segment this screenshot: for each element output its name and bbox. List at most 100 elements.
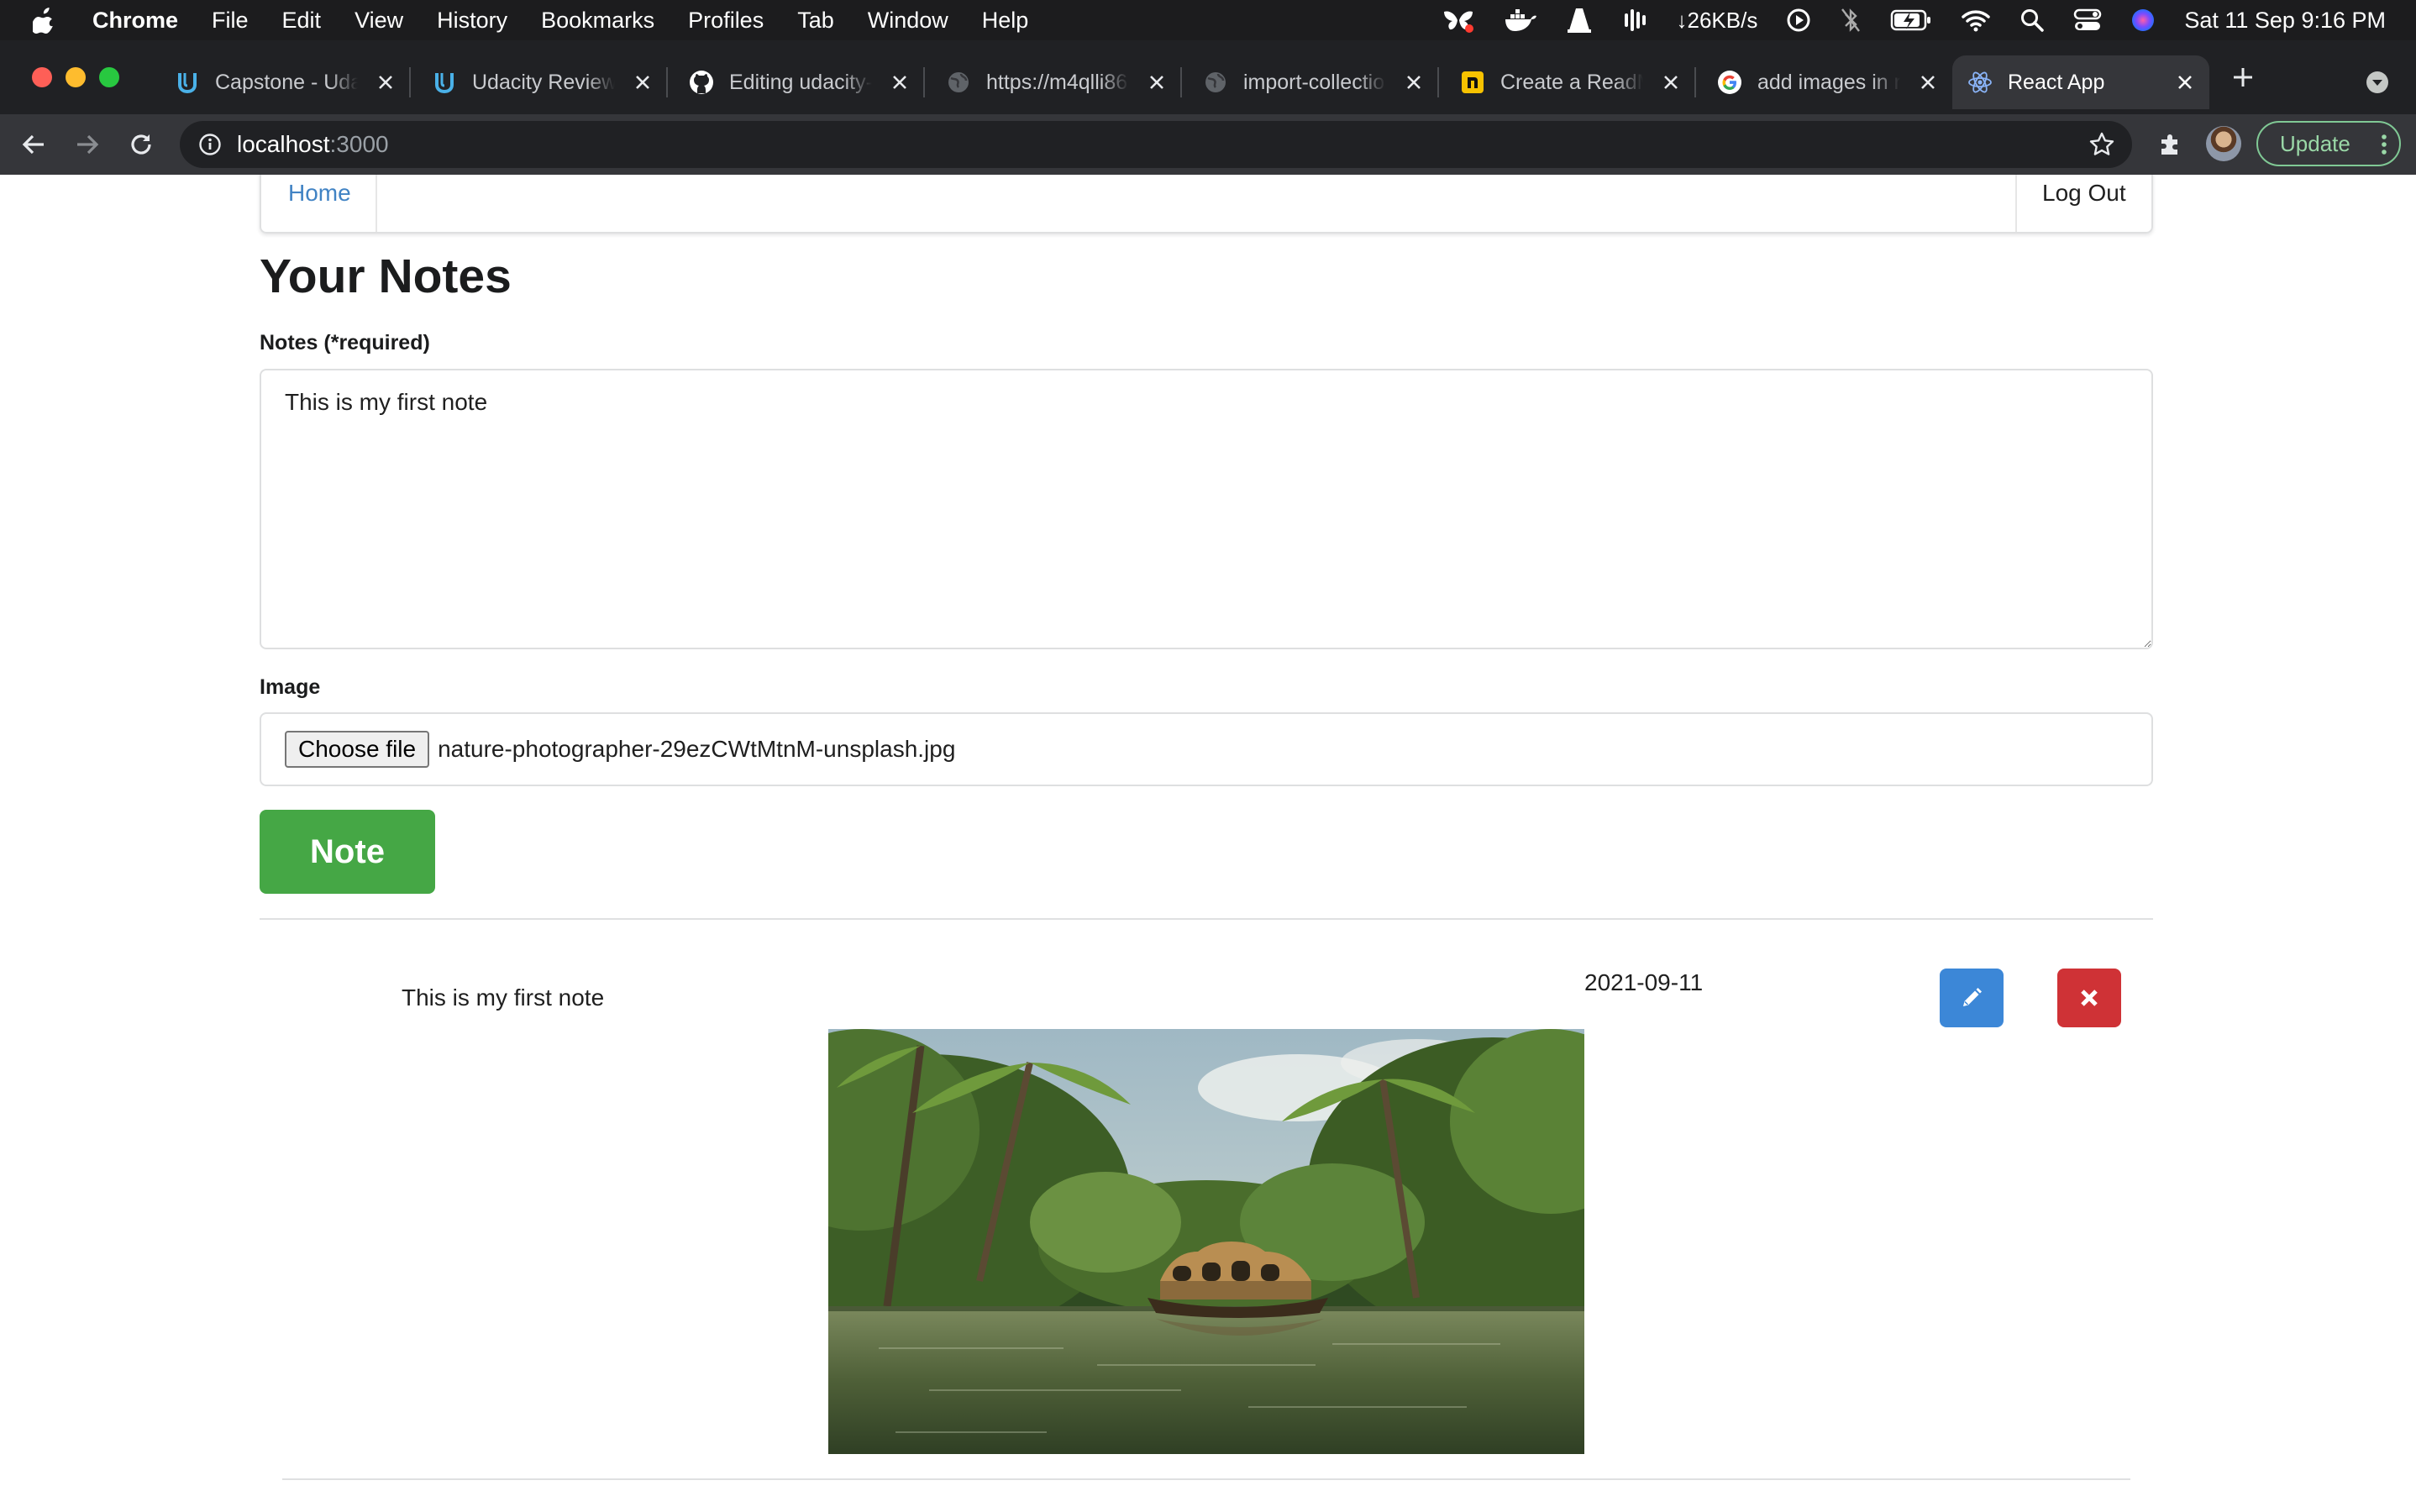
url-host: localhost <box>237 131 330 157</box>
tab-search-dropdown-icon[interactable] <box>2366 71 2389 98</box>
tab-react-app[interactable]: React App <box>1952 55 2209 109</box>
image-file-input[interactable]: Choose file nature-photographer-29ezCWtM… <box>260 712 2153 786</box>
apple-icon[interactable] <box>32 6 57 34</box>
tab-title: add images in react <box>1757 70 1900 94</box>
menu-file[interactable]: File <box>212 8 249 34</box>
bluetooth-off-icon[interactable] <box>1840 7 1862 34</box>
tab-title: Capstone - Udacity <box>215 70 358 94</box>
nav-home-link[interactable]: Home <box>261 175 377 232</box>
reload-icon[interactable] <box>124 128 158 161</box>
more-vert-icon[interactable] <box>2381 134 2387 155</box>
note-submit-button[interactable]: Note <box>260 810 435 894</box>
tab-title: import-collection <box>1243 70 1386 94</box>
address-bar[interactable]: localhost:3000 <box>180 121 2132 168</box>
network-speed[interactable]: ↓26KB/s <box>1677 8 1758 34</box>
browser-tab-strip: Capstone - Udacity Udacity Reviews Editi… <box>0 40 2416 114</box>
window-close-button[interactable] <box>32 67 52 87</box>
tab-close-icon[interactable] <box>1658 70 1683 95</box>
docker-icon[interactable] <box>1504 8 1537 33</box>
browser-toolbar: localhost:3000 Update <box>0 114 2416 175</box>
udacity-icon <box>175 70 200 95</box>
update-button-label: Update <box>2280 130 2350 156</box>
menu-tab[interactable]: Tab <box>797 8 834 34</box>
close-icon <box>2078 987 2100 1009</box>
tab-close-icon[interactable] <box>1915 70 1941 95</box>
menu-bookmarks[interactable]: Bookmarks <box>541 8 654 34</box>
siri-icon[interactable] <box>2130 8 2156 33</box>
profile-avatar[interactable] <box>2206 126 2241 161</box>
edit-note-button[interactable] <box>1940 969 2004 1027</box>
back-arrow-icon[interactable] <box>17 128 50 161</box>
react-icon <box>1967 70 1993 95</box>
window-zoom-button[interactable] <box>99 67 119 87</box>
battery-charging-icon[interactable] <box>1890 8 1932 32</box>
menu-help[interactable]: Help <box>982 8 1029 34</box>
note-item-date: 2021-09-11 <box>1584 969 1704 995</box>
play-circle-icon[interactable] <box>1786 8 1811 33</box>
control-center-icon[interactable] <box>2073 8 2102 33</box>
macos-menu-bar: Chrome File Edit View History Bookmarks … <box>0 0 2416 40</box>
update-button[interactable]: Update <box>2256 121 2401 166</box>
menu-app-chrome[interactable]: Chrome <box>92 8 178 34</box>
tab-editing-udacity[interactable]: Editing udacity- <box>674 55 925 109</box>
pencil-icon <box>1959 985 1984 1011</box>
menu-clock[interactable]: Sat 11 Sep 9:16 PM <box>2184 8 2386 34</box>
tab-title: Editing udacity- <box>729 70 872 94</box>
menu-window[interactable]: Window <box>868 8 948 34</box>
form-divider <box>260 918 2153 920</box>
tab-separator <box>409 67 411 97</box>
tab-title: https://m4qlli86 <box>986 70 1128 94</box>
globe-icon <box>1203 70 1228 95</box>
bookmark-star-icon[interactable] <box>2088 131 2115 158</box>
tab-separator <box>1694 67 1696 97</box>
status-area: ↓26KB/s Sat 11 Sep 9:16 PM <box>1442 0 2416 40</box>
menu-edit[interactable]: Edit <box>282 8 322 34</box>
udacity-icon <box>432 70 457 95</box>
tab-close-icon[interactable] <box>1401 70 1426 95</box>
wifi-icon[interactable] <box>1961 8 1991 32</box>
notes-textarea[interactable]: This is my first note <box>260 369 2153 649</box>
tab-title: Create a ReadMe <box>1500 70 1643 94</box>
spotlight-search-icon[interactable] <box>2019 8 2045 33</box>
image-label: Image <box>260 675 321 699</box>
menu-profiles[interactable]: Profiles <box>688 8 764 34</box>
menu-history[interactable]: History <box>437 8 507 34</box>
tab-close-icon[interactable] <box>2172 70 2198 95</box>
extensions-puzzle-icon[interactable] <box>2154 128 2188 161</box>
audio-meter-icon[interactable] <box>1621 7 1648 34</box>
new-tab-plus-icon[interactable] <box>2231 66 2255 93</box>
top-menu: Home Log Out <box>260 175 2153 234</box>
tab-separator <box>666 67 668 97</box>
tab-m4qlli[interactable]: https://m4qlli86 <box>931 55 1182 109</box>
tab-capstone[interactable]: Capstone - Udacity <box>160 55 411 109</box>
choose-file-button[interactable]: Choose file <box>285 731 430 768</box>
butterfly-icon[interactable] <box>1442 7 1475 34</box>
note-item-divider <box>282 1478 2130 1480</box>
delete-note-button[interactable] <box>2057 969 2121 1027</box>
tab-close-icon[interactable] <box>1144 70 1169 95</box>
tab-create-readme[interactable]: Create a ReadMe <box>1445 55 1696 109</box>
page-title: Your Notes <box>260 249 512 303</box>
tab-add-images-react[interactable]: add images in react <box>1702 55 1952 109</box>
note-item-text: This is my first note <box>402 984 605 1011</box>
globe-icon <box>946 70 971 95</box>
tab-title: React App <box>2008 70 2105 94</box>
note-attachment-image <box>828 1029 1584 1454</box>
tab-close-icon[interactable] <box>887 70 912 95</box>
tab-close-icon[interactable] <box>373 70 398 95</box>
forward-arrow-icon[interactable] <box>71 128 104 161</box>
tab-close-icon[interactable] <box>630 70 655 95</box>
notes-label: Notes (*required) <box>260 331 430 354</box>
vlc-icon[interactable] <box>1566 7 1593 34</box>
tab-udacity-reviews[interactable]: Udacity Reviews <box>417 55 668 109</box>
tab-import-collection[interactable]: import-collection <box>1188 55 1439 109</box>
site-info-icon[interactable] <box>198 133 222 156</box>
tab-separator <box>1437 67 1439 97</box>
tab-separator <box>923 67 925 97</box>
window-minimize-button[interactable] <box>66 67 86 87</box>
menu-view[interactable]: View <box>355 8 403 34</box>
readme-icon <box>1460 70 1485 95</box>
tab-separator <box>1180 67 1182 97</box>
tab-title: Udacity Reviews <box>472 70 615 94</box>
nav-logout-link[interactable]: Log Out <box>2015 175 2151 232</box>
